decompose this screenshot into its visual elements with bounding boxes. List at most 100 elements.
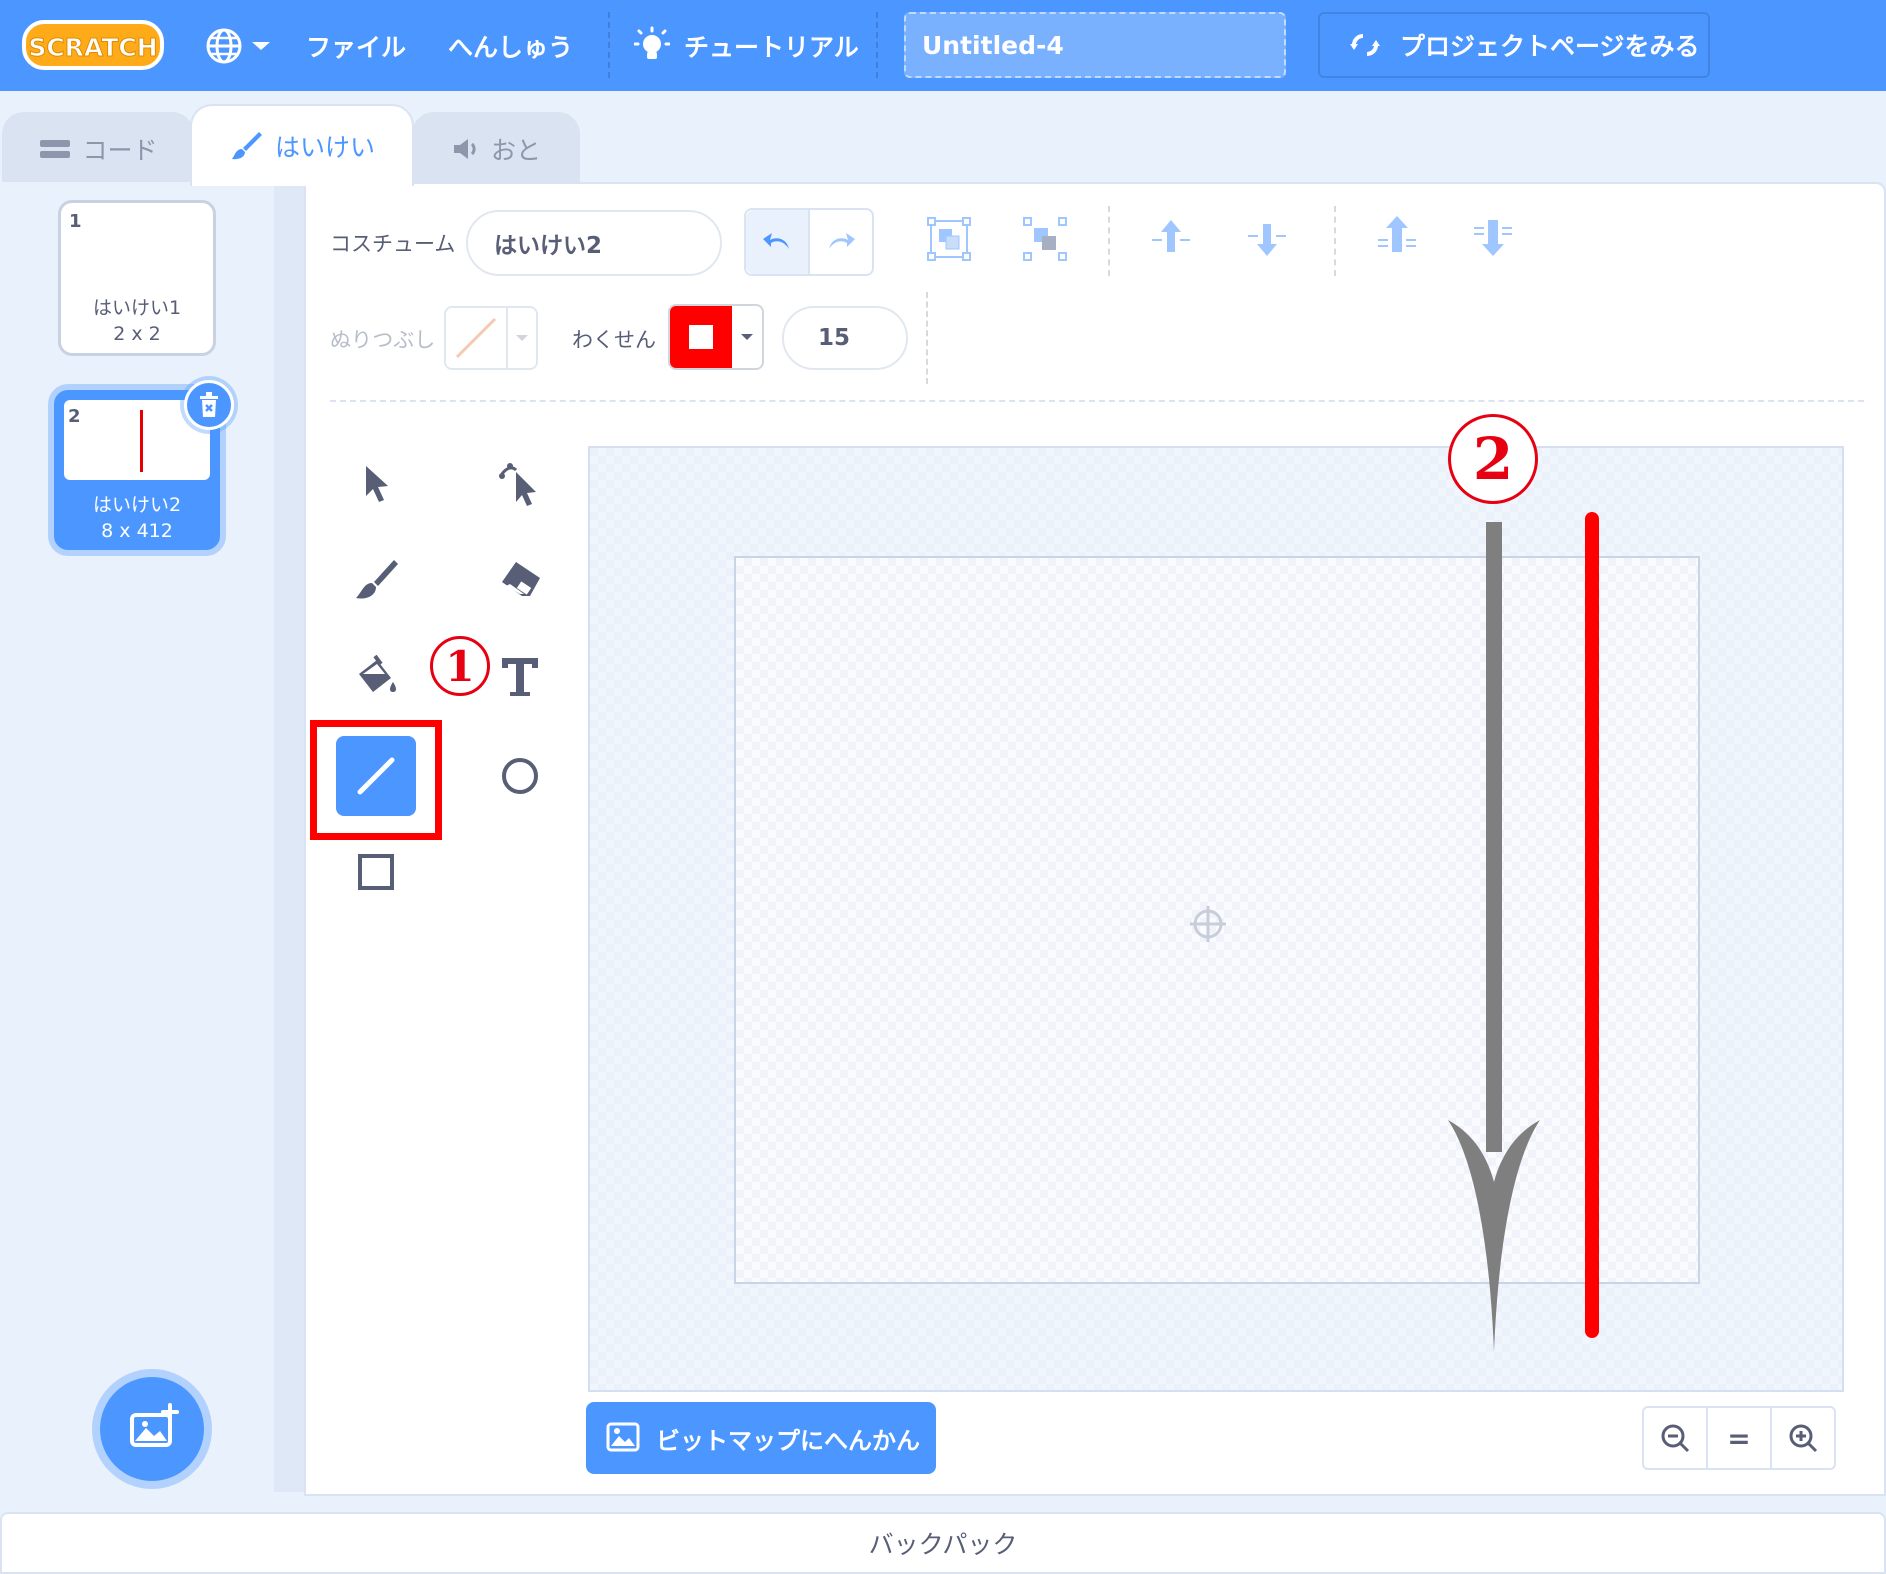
outline-width-input[interactable]: 15 <box>782 306 908 370</box>
zoom-out-button[interactable] <box>1644 1408 1708 1468</box>
caret-down-icon <box>516 335 528 341</box>
rectangle-tool[interactable] <box>336 832 416 912</box>
delete-costume-button[interactable] <box>184 380 234 430</box>
speaker-icon <box>453 139 476 159</box>
forward-icon[interactable] <box>1148 216 1194 260</box>
project-title-input[interactable]: Untitled-4 <box>904 12 1286 78</box>
redo-button[interactable] <box>810 210 872 274</box>
choose-backdrop-button[interactable] <box>100 1377 204 1481</box>
outline-dropdown <box>732 306 762 368</box>
undo-redo-group <box>744 208 874 276</box>
caret-down-icon <box>741 334 753 340</box>
backpack-header[interactable]: バックパック <box>0 1512 1886 1574</box>
paint-editor: コスチューム はいけい2 ぬりつぶし わくせん 15 1 2 ビットマップにへん… <box>304 182 1886 1496</box>
costume-list: 1 はいけい1 2 x 2 2 はいけい2 8 x 412 <box>0 182 274 1492</box>
costume-name: はいけい1 <box>92 297 182 319</box>
tutorials-label: チュートリアル <box>684 32 859 62</box>
toolbar-separator <box>330 400 1864 402</box>
text-tool[interactable] <box>480 636 560 716</box>
fill-dropdown <box>508 308 536 368</box>
zoom-reset-label: = <box>1727 1421 1751 1455</box>
select-tool[interactable] <box>336 444 416 524</box>
undo-icon <box>763 233 789 249</box>
circle-tool[interactable] <box>480 736 560 816</box>
tab-code[interactable]: コード <box>2 112 194 184</box>
fill-color-picker[interactable] <box>444 306 538 370</box>
costume-item-selected[interactable]: 2 はいけい2 8 x 412 <box>54 380 234 550</box>
step1-marker: 1 <box>430 636 490 696</box>
costume-name: はいけい2 <box>92 494 182 516</box>
step1-highlight-box <box>310 720 442 840</box>
thumbnail-red-line <box>140 410 143 472</box>
menu-divider <box>608 12 610 78</box>
edit-menu[interactable]: へんしゅう <box>448 0 573 91</box>
paint-canvas[interactable]: 2 <box>588 414 1844 1392</box>
costume-number: 1 <box>69 211 82 232</box>
toolbar-divider <box>1334 206 1336 276</box>
tab-sounds[interactable]: おと <box>412 112 580 184</box>
code-blocks-icon <box>40 140 71 158</box>
costume-item[interactable]: 1 はいけい1 2 x 2 <box>58 200 216 356</box>
language-menu[interactable] <box>204 0 272 91</box>
zoom-reset-button[interactable]: = <box>1708 1408 1772 1468</box>
costume-size: 8 x 412 <box>101 520 173 542</box>
arrow-pointer-icon <box>366 466 388 502</box>
scratch-logo-text: SCRATCH <box>28 33 157 62</box>
costume-name-input[interactable]: はいけい2 <box>466 210 722 276</box>
eraser-icon <box>502 562 540 596</box>
tab-code-label: コード <box>82 136 158 165</box>
outline-swatch-inner <box>689 325 713 349</box>
front-icon[interactable] <box>1374 214 1420 260</box>
lightbulb-icon <box>634 26 670 59</box>
tab-backdrops-label: はいけい <box>274 133 375 162</box>
scratch-logo[interactable]: SCRATCH <box>22 18 164 72</box>
tutorials-menu[interactable]: チュートリアル <box>634 0 859 91</box>
see-project-page-label: プロジェクトページをみる <box>1400 32 1700 61</box>
reshape-tool[interactable] <box>480 444 560 524</box>
costume-label: コスチューム <box>330 232 456 256</box>
globe-icon <box>206 28 242 63</box>
menu-divider <box>876 12 878 78</box>
convert-to-bitmap-button[interactable]: ビットマップにへんかん <box>586 1402 936 1474</box>
no-fill-icon <box>455 317 497 359</box>
fill-tool[interactable] <box>336 636 416 716</box>
costume-center-crosshair-icon <box>1190 906 1226 942</box>
brush-tool[interactable] <box>336 540 416 620</box>
menu-bar: SCRATCH ファイル へんしゅう チュートリアル Untitled-4 プロ… <box>0 0 1886 91</box>
paintbrush-icon <box>231 132 262 160</box>
back-icon[interactable] <box>1470 214 1516 260</box>
zoom-out-icon <box>1661 1424 1690 1453</box>
backward-icon[interactable] <box>1244 216 1290 260</box>
remix-arrows-icon <box>1350 33 1380 57</box>
circle-icon <box>502 758 538 794</box>
fill-label: ぬりつぶし <box>330 328 436 352</box>
ungroup-icon[interactable] <box>1022 216 1068 262</box>
costume-list-scrollbar[interactable] <box>274 182 304 1492</box>
reshape-pointer-icon <box>499 463 536 506</box>
costume-size: 2 x 2 <box>113 323 161 345</box>
outline-swatch <box>670 306 732 368</box>
drag-direction-arrow <box>1448 522 1540 1352</box>
redo-icon <box>829 233 855 249</box>
drawn-red-line <box>1585 512 1599 1338</box>
see-project-page-button[interactable]: プロジェクトページをみる <box>1318 12 1710 78</box>
trash-icon <box>200 392 218 417</box>
fill-swatch <box>446 308 508 368</box>
image-icon <box>606 1422 640 1452</box>
tab-sounds-label: おと <box>490 136 541 165</box>
toolbar-divider <box>1108 206 1110 276</box>
undo-button[interactable] <box>746 210 810 274</box>
outline-color-picker[interactable] <box>668 304 764 370</box>
toolbar-divider <box>926 292 928 384</box>
zoom-controls: = <box>1642 1406 1836 1470</box>
eraser-tool[interactable] <box>480 540 560 620</box>
tab-backdrops[interactable]: はいけい <box>190 104 414 186</box>
zoom-in-button[interactable] <box>1772 1408 1834 1468</box>
file-menu[interactable]: ファイル <box>306 0 406 91</box>
group-icon[interactable] <box>926 216 972 262</box>
text-t-icon <box>502 658 538 696</box>
add-image-icon <box>130 1403 179 1447</box>
costume-number: 2 <box>68 406 81 427</box>
rectangle-icon <box>358 854 394 890</box>
convert-to-bitmap-label: ビットマップにへんかん <box>656 1426 920 1455</box>
